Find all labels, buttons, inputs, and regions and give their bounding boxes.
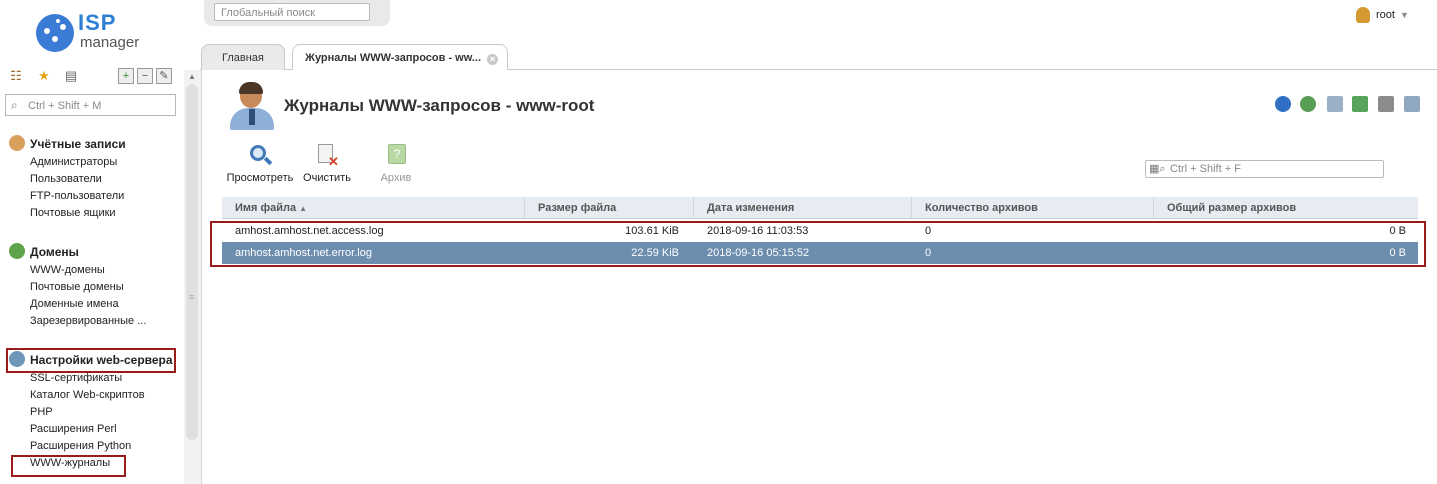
ispmanager-logo[interactable]: ISP manager: [36, 10, 146, 56]
user-accounts-icon: [9, 135, 25, 151]
column-header-label: Дата изменения: [707, 202, 795, 214]
column-header-file-size[interactable]: Размер файла: [525, 197, 694, 219]
sidebar-item-domain-names[interactable]: Доменные имена: [0, 296, 184, 313]
tab-label: Журналы WWW-запросов - ww...: [305, 52, 482, 64]
user-name: root: [1376, 9, 1395, 21]
sidebar-splitter[interactable]: ▲ ≡: [184, 70, 201, 484]
logo-text-manager: manager: [80, 34, 140, 51]
archive-button[interactable]: ? Архив: [376, 144, 416, 184]
sidebar-item-mail-domains[interactable]: Почтовые домены: [0, 279, 184, 296]
menu-group-accounts: Учётные записи Администраторы Пользовате…: [0, 134, 184, 222]
global-search-input[interactable]: Глобальный поиск: [214, 3, 370, 21]
sidebar-item-www-domains[interactable]: WWW-домены: [0, 262, 184, 279]
sidebar-toolbar: ☷ ★ ▤ + − ✎: [6, 68, 176, 86]
menu-group-title: Домены: [30, 245, 79, 259]
column-header-label: Общий размер архивов: [1167, 202, 1297, 214]
highlight-box-table-rows: [210, 221, 1426, 267]
column-header-archives-size[interactable]: Общий размер архивов: [1154, 197, 1418, 219]
collapse-all-icon[interactable]: −: [137, 68, 153, 84]
archive-icon: ?: [383, 144, 409, 168]
sidebar-item-python-extensions[interactable]: Расширения Python: [0, 438, 184, 455]
column-header-file-name[interactable]: Имя файла ▲: [222, 197, 525, 219]
main-content: [201, 70, 1437, 484]
filter-search-icon: ▦⌕: [1149, 163, 1166, 175]
excel-export-icon[interactable]: [1352, 96, 1368, 112]
close-tab-icon[interactable]: ✕: [487, 54, 498, 65]
globe-settings-icon[interactable]: [1300, 96, 1316, 112]
menu-search-input[interactable]: ⌕ Ctrl + Shift + M: [5, 94, 176, 116]
menu-search-placeholder: Ctrl + Shift + M: [28, 100, 102, 112]
chevron-down-icon: ▼: [1399, 10, 1409, 20]
user-menu[interactable]: root ▼: [1356, 6, 1409, 24]
sidebar-item-administrators[interactable]: Администраторы: [0, 154, 184, 171]
sidebar-item-web-scripts-catalog[interactable]: Каталог Web-скриптов: [0, 387, 184, 404]
tab-www-logs[interactable]: Журналы WWW-запросов - ww... ✕: [292, 44, 508, 71]
column-header-label: Имя файла: [235, 202, 297, 214]
sidebar-item-reserved[interactable]: Зарезервированные ...: [0, 313, 184, 330]
logo-mark-icon: [36, 14, 74, 52]
copy-icon[interactable]: [1327, 96, 1343, 112]
tab-label: Главная: [222, 52, 264, 64]
sidebar-item-php[interactable]: PHP: [0, 404, 184, 421]
clear-button[interactable]: ✕ Очистить: [302, 144, 352, 184]
global-search-placeholder: Глобальный поиск: [221, 7, 316, 19]
sidebar-item-ftp-users[interactable]: FTP-пользователи: [0, 188, 184, 205]
globe-icon: [9, 243, 25, 259]
clear-button-label: Очистить: [303, 172, 351, 184]
menu-group-title: Учётные записи: [30, 137, 126, 151]
menu-group-header-domains[interactable]: Домены: [0, 242, 184, 262]
highlight-box-web-server-group: [6, 348, 176, 373]
sidebar-scrollbar[interactable]: [186, 84, 198, 440]
view-magnifier-icon: [247, 144, 273, 168]
table-filter-input[interactable]: ▦⌕ Ctrl + Shift + F: [1145, 160, 1384, 178]
view-button[interactable]: Просмотреть: [226, 144, 294, 184]
column-header-label: Размер файла: [538, 202, 617, 214]
table-settings-icon[interactable]: [1404, 96, 1420, 112]
scroll-up-arrow-icon[interactable]: ▲: [188, 72, 196, 81]
left-panel: ISP manager ☷ ★ ▤ + − ✎ ⌕ Ctrl + Shift +…: [0, 0, 184, 484]
column-header-label: Количество архивов: [925, 202, 1038, 214]
logo-text-isp: ISP: [78, 10, 117, 35]
highlight-box-www-logs: [11, 455, 126, 477]
user-avatar-icon: [1356, 7, 1370, 23]
tab-bar: Главная Журналы WWW-запросов - ww... ✕: [200, 42, 1437, 71]
menu-group-header-accounts[interactable]: Учётные записи: [0, 134, 184, 154]
user-logs-page-icon: [228, 82, 276, 132]
search-icon: ⌕: [11, 98, 18, 112]
view-button-label: Просмотреть: [226, 172, 294, 184]
sidebar-item-mailboxes[interactable]: Почтовые ящики: [0, 205, 184, 222]
menu-group-domains: Домены WWW-домены Почтовые домены Доменн…: [0, 242, 184, 330]
expand-all-icon[interactable]: +: [118, 68, 134, 84]
sidebar-item-perl-extensions[interactable]: Расширения Perl: [0, 421, 184, 438]
tab-main[interactable]: Главная: [201, 44, 285, 71]
sort-ascending-icon: ▲: [299, 204, 308, 213]
table-header: Имя файла ▲ Размер файла Дата изменения К…: [222, 197, 1418, 219]
pin-icon[interactable]: ✎: [156, 68, 172, 84]
archive-button-label: Архив: [380, 172, 412, 184]
favorites-star-icon[interactable]: ★: [36, 68, 52, 84]
sidebar-item-users[interactable]: Пользователи: [0, 171, 184, 188]
column-header-modified[interactable]: Дата изменения: [694, 197, 912, 219]
column-header-archives-count[interactable]: Количество архивов: [912, 197, 1154, 219]
clipboard-icon[interactable]: ▤: [63, 68, 79, 84]
clear-log-icon: ✕: [314, 144, 340, 169]
tree-view-icon[interactable]: ☷: [8, 68, 24, 84]
page-title: Журналы WWW-запросов - www-root: [284, 96, 595, 115]
refresh-icon[interactable]: [1275, 96, 1291, 112]
splitter-grip-icon[interactable]: ≡: [189, 292, 194, 302]
table-filter-placeholder: Ctrl + Shift + F: [1170, 163, 1241, 175]
print-icon[interactable]: [1378, 96, 1394, 112]
